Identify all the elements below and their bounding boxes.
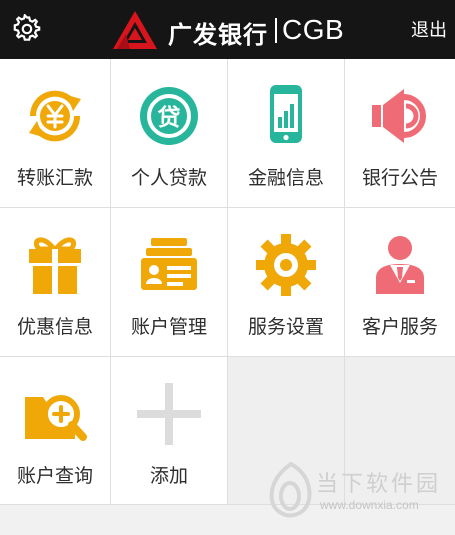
settings-gear-icon — [256, 234, 316, 296]
loan-icon: 贷 — [140, 87, 198, 145]
function-grid: 转账汇款 贷 个人贷款 金融信息 银行公告 优惠信息 账户管理 服务设置 客户服… — [0, 59, 455, 505]
brand-divider — [275, 18, 277, 43]
menu-item-promotions[interactable]: 优惠信息 — [0, 208, 111, 357]
logout-button[interactable]: 退出 — [411, 16, 447, 42]
menu-item-customer-service[interactable]: 客户服务 — [345, 208, 455, 357]
menu-item-service-settings[interactable]: 服务设置 — [228, 208, 345, 357]
menu-item-personal-loan[interactable]: 贷 个人贷款 — [111, 59, 228, 208]
watermark: 当下软件园 www.downxia.com — [268, 462, 448, 520]
menu-item-bank-notice[interactable]: 银行公告 — [345, 59, 455, 208]
menu-item-label: 客户服务 — [361, 316, 438, 338]
menu-item-financial-info[interactable]: 金融信息 — [228, 59, 345, 208]
menu-item-label: 服务设置 — [247, 316, 324, 338]
menu-item-label: 金融信息 — [247, 167, 324, 189]
brand-name-en: CGB — [282, 14, 345, 45]
gear-icon — [13, 13, 41, 41]
folder-search-icon — [25, 395, 87, 441]
svg-text:贷: 贷 — [158, 104, 181, 131]
account-cards-icon — [141, 238, 197, 290]
transfer-icon — [29, 90, 81, 142]
menu-item-account-inquiry[interactable]: 账户查询 — [0, 357, 111, 505]
service-agent-icon — [376, 236, 424, 294]
brand: 广发银行 CGB — [112, 8, 352, 50]
menu-item-label: 添加 — [149, 465, 188, 487]
app-header: 广发银行 CGB 退出 — [0, 0, 455, 59]
menu-item-account-management[interactable]: 账户管理 — [111, 208, 228, 357]
settings-button[interactable] — [12, 13, 42, 44]
phone-chart-icon — [270, 85, 302, 143]
menu-item-add[interactable]: 添加 — [111, 357, 228, 505]
menu-item-label: 账户查询 — [16, 465, 93, 487]
menu-item-label: 个人贷款 — [130, 167, 207, 189]
plus-icon — [137, 383, 201, 445]
gift-icon — [29, 237, 81, 294]
watermark-logo-icon — [269, 462, 312, 518]
speaker-icon — [372, 89, 426, 143]
menu-item-label: 转账汇款 — [16, 167, 93, 189]
watermark-url: www.downxia.com — [320, 498, 419, 512]
cgb-logo-icon — [113, 11, 157, 49]
brand-name-cn: 广发银行 — [168, 21, 268, 49]
menu-item-transfer[interactable]: 转账汇款 — [0, 59, 111, 208]
menu-item-label: 银行公告 — [361, 167, 438, 189]
menu-item-label: 账户管理 — [130, 316, 207, 338]
watermark-text: 当下软件园 — [316, 472, 442, 497]
menu-item-label: 优惠信息 — [16, 316, 93, 338]
